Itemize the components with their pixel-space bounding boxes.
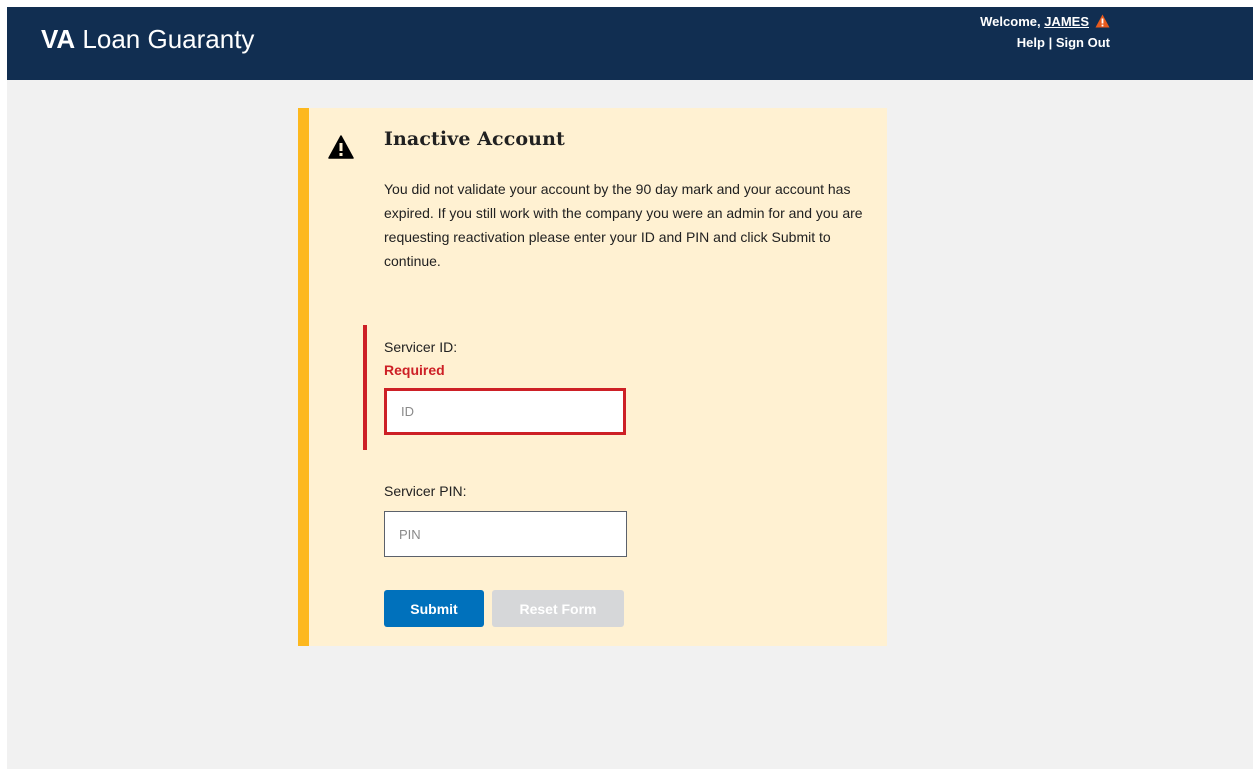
brand-rest: Loan Guaranty	[75, 24, 255, 54]
username-link[interactable]: JAMES	[1044, 14, 1089, 29]
alert-heading: Inactive Account	[384, 128, 565, 150]
servicer-pin-input[interactable]	[384, 511, 627, 557]
servicer-id-label: Servicer ID:	[384, 339, 458, 355]
reset-form-button[interactable]: Reset Form	[492, 590, 624, 627]
alert-accent-bar	[298, 108, 309, 646]
warning-icon	[328, 135, 354, 164]
nav-separator: |	[1044, 35, 1056, 50]
nav-links-row: Help | Sign Out	[980, 33, 1110, 52]
alert-message: You did not validate your account by the…	[384, 181, 863, 269]
site-header: VA Loan Guaranty Welcome, JAMES Help | S…	[7, 7, 1253, 80]
inactive-account-alert: Inactive Account You did not validate yo…	[298, 108, 887, 646]
user-nav: Welcome, JAMES Help | Sign Out	[980, 12, 1110, 52]
welcome-row: Welcome, JAMES	[980, 14, 1110, 29]
brand-strong: VA	[41, 24, 76, 54]
help-link[interactable]: Help	[1017, 35, 1045, 50]
servicer-pin-label: Servicer PIN:	[384, 483, 467, 499]
servicer-id-error-message: Required	[384, 362, 445, 378]
servicer-id-error-group: Servicer ID: Required	[363, 325, 667, 450]
page: VA Loan Guaranty Welcome, JAMES Help | S…	[7, 7, 1253, 769]
welcome-text: Welcome,	[980, 14, 1045, 29]
submit-button[interactable]: Submit	[384, 590, 484, 627]
site-logo[interactable]: VA Loan Guaranty	[41, 23, 254, 55]
sign-out-link[interactable]: Sign Out	[1056, 35, 1110, 50]
warning-icon[interactable]	[1095, 14, 1110, 33]
servicer-id-input[interactable]	[384, 388, 626, 435]
